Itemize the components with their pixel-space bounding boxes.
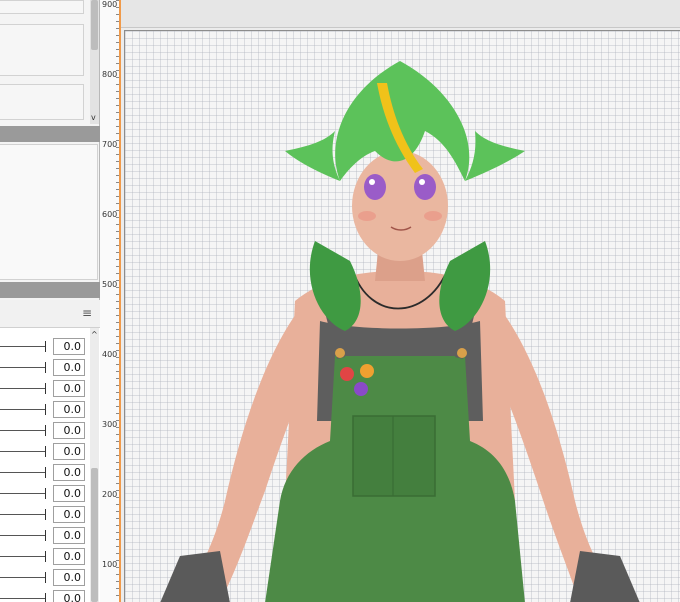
- canvas-area[interactable]: [124, 30, 680, 602]
- layer-panel: [0, 144, 98, 280]
- slider-handle[interactable]: [45, 446, 46, 457]
- guide-line[interactable]: [119, 0, 121, 602]
- panel-divider[interactable]: [0, 126, 100, 142]
- param-row: 0.0: [0, 441, 88, 462]
- ruler-label: 500: [102, 280, 118, 289]
- properties-panel: ^ 0.0 0.0 0.0 0.0 0.0 0.0 0.0 0.0 0.0 0.…: [0, 328, 100, 602]
- param-value-field[interactable]: 0.0: [53, 506, 85, 523]
- face: [352, 151, 448, 261]
- param-value-field[interactable]: 0.0: [53, 590, 85, 602]
- ruler-label: 300: [102, 420, 118, 429]
- ruler-label: 700: [102, 140, 118, 149]
- param-row: 0.0: [0, 483, 88, 504]
- param-value-field[interactable]: 0.0: [53, 338, 85, 355]
- param-slider[interactable]: [0, 493, 46, 494]
- right-glove: [570, 551, 640, 602]
- slider-handle[interactable]: [45, 362, 46, 373]
- param-row: 0.0: [0, 504, 88, 525]
- slider-handle[interactable]: [45, 341, 46, 352]
- slider-handle[interactable]: [45, 530, 46, 541]
- vertical-ruler[interactable]: 900 800 700 600 500 400 300 200 100: [100, 0, 121, 602]
- param-slider[interactable]: [0, 388, 46, 389]
- ruler-label: 800: [102, 70, 118, 79]
- panel-card: [0, 0, 84, 14]
- hair-tuft-right: [465, 131, 525, 181]
- param-row: 0.0: [0, 399, 88, 420]
- param-row: 0.0: [0, 462, 88, 483]
- param-row: 0.0: [0, 357, 88, 378]
- ruler-label: 100: [102, 560, 118, 569]
- param-slider[interactable]: [0, 535, 46, 536]
- ruler-label: 200: [102, 490, 118, 499]
- slider-handle[interactable]: [45, 572, 46, 583]
- param-row: 0.0: [0, 378, 88, 399]
- scroll-down-arrow-icon[interactable]: v: [91, 113, 96, 122]
- param-value-field[interactable]: 0.0: [53, 569, 85, 586]
- param-value-field[interactable]: 0.0: [53, 485, 85, 502]
- param-slider[interactable]: [0, 451, 46, 452]
- properties-header: ≡: [0, 300, 100, 328]
- pin-badge: [354, 382, 368, 396]
- slider-handle[interactable]: [45, 425, 46, 436]
- scrollbar-thumb[interactable]: [91, 468, 98, 602]
- param-value-field[interactable]: 0.0: [53, 548, 85, 565]
- ruler-label: 600: [102, 210, 118, 219]
- slider-handle[interactable]: [45, 404, 46, 415]
- character-model[interactable]: [125, 31, 680, 602]
- app-window: v ≡ ^ 0.0 0.0 0.0 0.0 0.0 0.0 0.0 0.0 0.…: [0, 0, 680, 602]
- param-slider[interactable]: [0, 367, 46, 368]
- param-row: 0.0: [0, 525, 88, 546]
- param-slider[interactable]: [0, 430, 46, 431]
- ruler-label: 900: [102, 0, 118, 9]
- properties-scrollbar[interactable]: ^: [90, 328, 99, 602]
- param-row: 0.0: [0, 420, 88, 441]
- panel-divider[interactable]: [0, 282, 100, 298]
- param-slider[interactable]: [0, 577, 46, 578]
- param-row: 0.0: [0, 336, 88, 357]
- scroll-up-arrow-icon[interactable]: ^: [91, 330, 98, 339]
- param-value-field[interactable]: 0.0: [53, 422, 85, 439]
- hamburger-menu-icon[interactable]: ≡: [82, 307, 94, 319]
- pin-badge: [340, 367, 354, 381]
- slider-handle[interactable]: [45, 488, 46, 499]
- overall-button: [335, 348, 345, 358]
- param-slider[interactable]: [0, 556, 46, 557]
- slider-handle[interactable]: [45, 593, 46, 602]
- canvas-top-bar: [121, 0, 680, 28]
- slider-handle[interactable]: [45, 467, 46, 478]
- top-scrollbar[interactable]: v: [90, 0, 99, 124]
- slider-handle[interactable]: [45, 383, 46, 394]
- param-value-field[interactable]: 0.0: [53, 401, 85, 418]
- pin-badge: [360, 364, 374, 378]
- panel-card: [0, 24, 84, 76]
- overalls-pocket: [352, 415, 436, 497]
- param-value-field[interactable]: 0.0: [53, 359, 85, 376]
- left-eye: [364, 174, 386, 200]
- param-value-field[interactable]: 0.0: [53, 527, 85, 544]
- ruler-label: 400: [102, 350, 118, 359]
- left-glove: [160, 551, 230, 602]
- param-slider[interactable]: [0, 514, 46, 515]
- hair-tuft-left: [285, 131, 340, 181]
- left-panel: v ≡ ^ 0.0 0.0 0.0 0.0 0.0 0.0 0.0 0.0 0.…: [0, 0, 100, 602]
- param-value-field[interactable]: 0.0: [53, 464, 85, 481]
- param-row: 0.0: [0, 567, 88, 588]
- param-row: 0.0: [0, 588, 88, 602]
- right-eye: [414, 174, 436, 200]
- overall-button: [457, 348, 467, 358]
- scrollbar-thumb[interactable]: [91, 0, 98, 50]
- param-slider[interactable]: [0, 346, 46, 347]
- param-slider[interactable]: [0, 409, 46, 410]
- slider-handle[interactable]: [45, 509, 46, 520]
- slider-handle[interactable]: [45, 551, 46, 562]
- param-slider[interactable]: [0, 472, 46, 473]
- panel-card: [0, 84, 84, 120]
- param-value-field[interactable]: 0.0: [53, 380, 85, 397]
- param-slider[interactable]: [0, 598, 46, 599]
- param-value-field[interactable]: 0.0: [53, 443, 85, 460]
- param-row: 0.0: [0, 546, 88, 567]
